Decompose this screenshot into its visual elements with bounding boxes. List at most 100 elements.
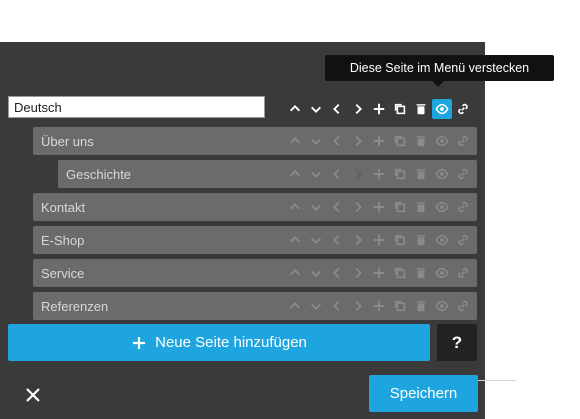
link-icon bbox=[458, 267, 468, 279]
chevron-right-icon bbox=[355, 135, 362, 147]
trash-icon bbox=[416, 268, 426, 279]
chevron-up-control[interactable] bbox=[285, 99, 305, 119]
page-row[interactable]: Über uns bbox=[33, 127, 477, 155]
chevron-left-icon bbox=[333, 135, 340, 147]
trash-control[interactable] bbox=[411, 230, 431, 250]
chevron-right-icon bbox=[355, 300, 362, 312]
plus-control[interactable] bbox=[369, 230, 389, 250]
link-control[interactable] bbox=[453, 230, 473, 250]
chevron-up-control[interactable] bbox=[285, 263, 305, 283]
trash-control[interactable] bbox=[411, 263, 431, 283]
trash-control[interactable] bbox=[411, 131, 431, 151]
link-control[interactable] bbox=[453, 131, 473, 151]
plus-icon bbox=[373, 267, 385, 279]
eye-icon bbox=[435, 234, 449, 246]
plus-control[interactable] bbox=[369, 296, 389, 316]
trash-icon bbox=[416, 136, 426, 147]
link-icon bbox=[458, 234, 468, 246]
add-page-label: Neue Seite hinzufügen bbox=[155, 334, 307, 351]
link-control[interactable] bbox=[453, 197, 473, 217]
add-page-button[interactable]: Neue Seite hinzufügen bbox=[8, 324, 430, 361]
chevron-right-control[interactable] bbox=[348, 296, 368, 316]
chevron-left-control[interactable] bbox=[327, 296, 347, 316]
copy-control[interactable] bbox=[390, 131, 410, 151]
root-page-row bbox=[8, 95, 477, 123]
link-control[interactable] bbox=[453, 263, 473, 283]
copy-control[interactable] bbox=[390, 296, 410, 316]
plus-control[interactable] bbox=[369, 99, 389, 119]
chevron-left-control[interactable] bbox=[327, 164, 347, 184]
eye-icon bbox=[435, 135, 449, 147]
trash-control[interactable] bbox=[411, 164, 431, 184]
trash-control[interactable] bbox=[411, 197, 431, 217]
chevron-left-control[interactable] bbox=[327, 197, 347, 217]
chevron-right-control[interactable] bbox=[348, 230, 368, 250]
save-button[interactable]: Speichern bbox=[369, 375, 478, 412]
plus-control[interactable] bbox=[369, 197, 389, 217]
chevron-up-control[interactable] bbox=[285, 164, 305, 184]
chevron-down-icon bbox=[310, 106, 322, 113]
page-row-controls bbox=[284, 127, 473, 155]
chevron-down-control[interactable] bbox=[306, 197, 326, 217]
plus-control[interactable] bbox=[369, 164, 389, 184]
copy-icon bbox=[394, 201, 406, 213]
copy-control[interactable] bbox=[390, 197, 410, 217]
copy-control[interactable] bbox=[390, 230, 410, 250]
chevron-up-icon bbox=[289, 203, 301, 210]
page-row-controls bbox=[284, 259, 473, 287]
chevron-left-icon bbox=[333, 234, 340, 246]
chevron-right-control[interactable] bbox=[348, 99, 368, 119]
chevron-down-control[interactable] bbox=[306, 296, 326, 316]
plus-icon bbox=[373, 103, 385, 115]
chevron-down-control[interactable] bbox=[306, 164, 326, 184]
help-button[interactable]: ? bbox=[437, 324, 477, 361]
copy-icon bbox=[394, 234, 406, 246]
close-button[interactable] bbox=[20, 382, 46, 408]
eye-control[interactable] bbox=[432, 99, 452, 119]
copy-control[interactable] bbox=[390, 99, 410, 119]
chevron-left-control[interactable] bbox=[327, 131, 347, 151]
chevron-right-control[interactable] bbox=[348, 164, 368, 184]
eye-control[interactable] bbox=[432, 296, 452, 316]
page-row[interactable]: Referenzen bbox=[33, 292, 477, 320]
chevron-up-control[interactable] bbox=[285, 296, 305, 316]
eye-icon bbox=[435, 168, 449, 180]
root-controls bbox=[284, 95, 473, 123]
chevron-up-control[interactable] bbox=[285, 131, 305, 151]
eye-control[interactable] bbox=[432, 230, 452, 250]
link-control[interactable] bbox=[453, 164, 473, 184]
chevron-right-control[interactable] bbox=[348, 131, 368, 151]
plus-control[interactable] bbox=[369, 131, 389, 151]
page-row[interactable]: Service bbox=[33, 259, 477, 287]
copy-icon bbox=[394, 135, 406, 147]
eye-control[interactable] bbox=[432, 164, 452, 184]
eye-control[interactable] bbox=[432, 197, 452, 217]
plus-icon bbox=[373, 300, 385, 312]
eye-control[interactable] bbox=[432, 131, 452, 151]
trash-control[interactable] bbox=[411, 99, 431, 119]
page-row[interactable]: Geschichte bbox=[58, 160, 477, 188]
plus-control[interactable] bbox=[369, 263, 389, 283]
eye-control[interactable] bbox=[432, 263, 452, 283]
chevron-down-control[interactable] bbox=[306, 131, 326, 151]
chevron-down-control[interactable] bbox=[306, 230, 326, 250]
page-row[interactable]: E-Shop bbox=[33, 226, 477, 254]
link-control[interactable] bbox=[453, 99, 473, 119]
chevron-up-icon bbox=[289, 137, 301, 144]
chevron-right-control[interactable] bbox=[348, 197, 368, 217]
chevron-left-control[interactable] bbox=[327, 263, 347, 283]
chevron-down-control[interactable] bbox=[306, 263, 326, 283]
page-row[interactable]: Kontakt bbox=[33, 193, 477, 221]
chevron-up-control[interactable] bbox=[285, 230, 305, 250]
copy-control[interactable] bbox=[390, 263, 410, 283]
link-control[interactable] bbox=[453, 296, 473, 316]
copy-control[interactable] bbox=[390, 164, 410, 184]
trash-control[interactable] bbox=[411, 296, 431, 316]
chevron-left-control[interactable] bbox=[327, 230, 347, 250]
language-name-input[interactable] bbox=[8, 96, 265, 118]
chevron-left-control[interactable] bbox=[327, 99, 347, 119]
chevron-right-control[interactable] bbox=[348, 263, 368, 283]
plus-icon bbox=[373, 135, 385, 147]
chevron-down-control[interactable] bbox=[306, 99, 326, 119]
chevron-up-control[interactable] bbox=[285, 197, 305, 217]
